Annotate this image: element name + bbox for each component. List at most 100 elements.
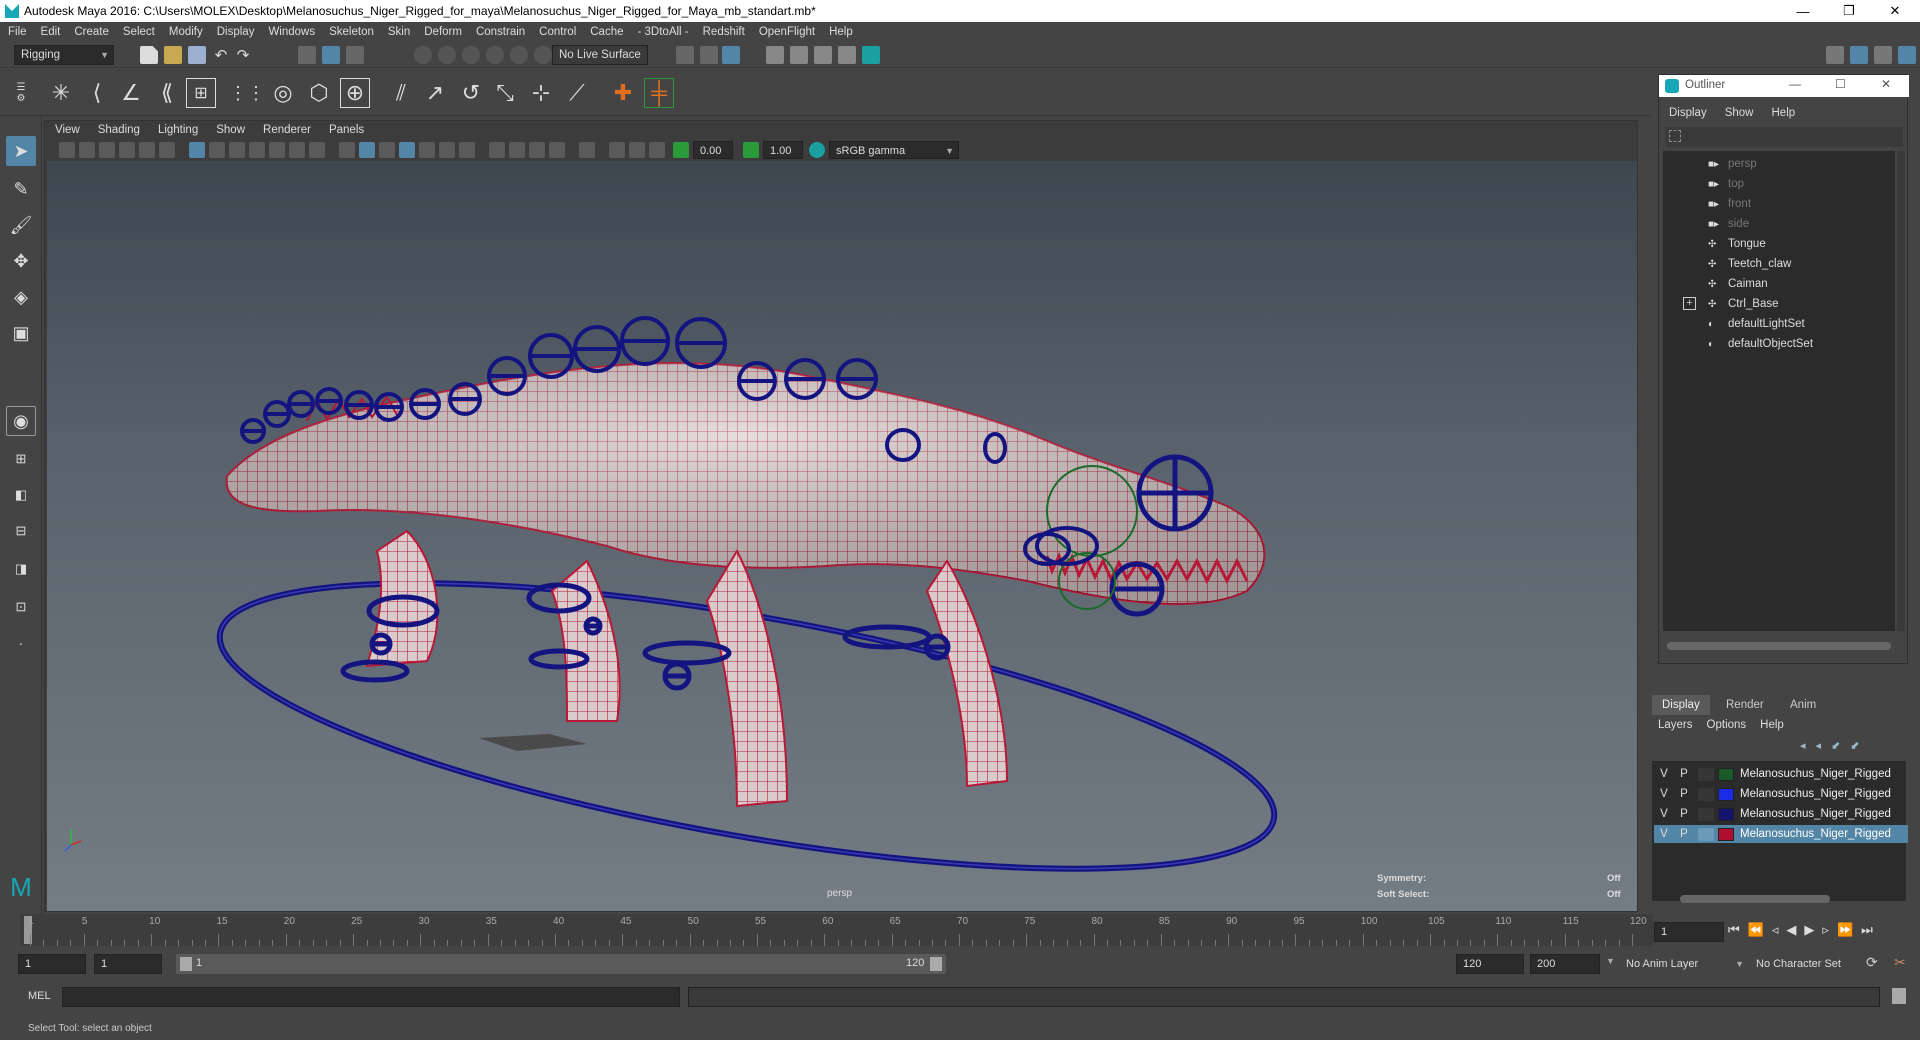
grease-pencil-icon[interactable] bbox=[159, 142, 175, 158]
script-editor-icon[interactable] bbox=[1892, 988, 1906, 1004]
safe-title-icon[interactable] bbox=[309, 142, 325, 158]
menu-modify[interactable]: Modify bbox=[169, 26, 203, 38]
layer-color-swatch[interactable] bbox=[1718, 787, 1734, 801]
menu-cache[interactable]: Cache bbox=[590, 26, 623, 38]
render-view-icon[interactable] bbox=[700, 46, 718, 64]
vp-menu-shading[interactable]: Shading bbox=[98, 124, 140, 136]
layer-horizontal-scrollbar[interactable] bbox=[1680, 895, 1830, 903]
select-tool-icon[interactable]: ➤ bbox=[6, 136, 36, 166]
resolution-gate-icon[interactable] bbox=[229, 142, 245, 158]
command-input[interactable] bbox=[62, 987, 680, 1007]
gamma-field[interactable]: 1.00 bbox=[763, 141, 803, 159]
outliner-item[interactable]: ✣ Tongue bbox=[1708, 235, 1766, 253]
modeling-toolkit-icon[interactable] bbox=[1826, 46, 1844, 64]
layer-menu-layers[interactable]: Layers bbox=[1658, 719, 1693, 731]
tool-settings-icon[interactable] bbox=[1874, 46, 1892, 64]
new-empty-layer-icon[interactable]: ⬋ bbox=[1831, 739, 1840, 752]
layer-color-swatch[interactable] bbox=[1718, 767, 1734, 781]
menu-deform[interactable]: Deform bbox=[424, 26, 462, 38]
layer-color-swatch[interactable] bbox=[1718, 827, 1734, 841]
depth-of-field-icon[interactable] bbox=[549, 142, 565, 158]
layer-menu-help[interactable]: Help bbox=[1760, 719, 1784, 731]
move-layer-up-icon[interactable]: ◂ bbox=[1800, 739, 1806, 752]
outliner-item[interactable]: ■▸ side bbox=[1708, 215, 1749, 233]
step-back-key-icon[interactable]: ⏪ bbox=[1748, 922, 1764, 938]
step-forward-frame-icon[interactable]: ▹ bbox=[1822, 922, 1829, 938]
tab-anim[interactable]: Anim bbox=[1780, 695, 1826, 715]
scale-constraint-icon[interactable]: ⤡ bbox=[490, 78, 520, 108]
default-material-icon[interactable] bbox=[379, 142, 395, 158]
range-slider[interactable]: 1 120 bbox=[176, 954, 946, 974]
outliner-menu-help[interactable]: Help bbox=[1772, 107, 1796, 119]
playback-toggle[interactable]: P bbox=[1674, 828, 1694, 840]
select-hierarchy-icon[interactable] bbox=[298, 46, 316, 64]
go-to-end-icon[interactable]: ⏭ bbox=[1861, 922, 1873, 938]
step-forward-key-icon[interactable]: ⏩ bbox=[1837, 922, 1853, 938]
animation-start-field[interactable]: 1 bbox=[18, 954, 86, 974]
play-forward-icon[interactable]: ▶ bbox=[1804, 922, 1814, 938]
ipr-render-icon[interactable] bbox=[790, 46, 808, 64]
smooth-shade-icon[interactable] bbox=[359, 142, 375, 158]
hypershade-layout-icon[interactable]: ◨ bbox=[6, 554, 36, 584]
outliner-item[interactable]: ✣ Ctrl_Base bbox=[1708, 295, 1779, 313]
grid-icon[interactable] bbox=[189, 142, 205, 158]
custom-layout-icon[interactable]: · bbox=[6, 628, 36, 658]
vp-menu-view[interactable]: View bbox=[55, 124, 80, 136]
display-type-toggle[interactable] bbox=[1698, 807, 1714, 821]
camera-select-icon[interactable] bbox=[59, 142, 75, 158]
visibility-toggle[interactable]: V bbox=[1654, 808, 1674, 820]
snap-pivot-icon[interactable] bbox=[534, 46, 552, 64]
construction-history-icon[interactable] bbox=[676, 46, 694, 64]
menu-constrain[interactable]: Constrain bbox=[476, 26, 525, 38]
layer-menu-options[interactable]: Options bbox=[1707, 719, 1747, 731]
outliner-horizontal-scrollbar[interactable] bbox=[1667, 642, 1891, 650]
play-backward-icon[interactable]: ◀ bbox=[1786, 922, 1796, 938]
outliner-item[interactable]: ✣ Teetch_claw bbox=[1708, 255, 1791, 273]
minimize-button[interactable]: — bbox=[1780, 0, 1826, 22]
menu-skeleton[interactable]: Skeleton bbox=[329, 26, 374, 38]
animation-end-field[interactable]: 200 bbox=[1530, 954, 1600, 974]
outliner-menu-display[interactable]: Display bbox=[1669, 107, 1707, 119]
outliner-menu-show[interactable]: Show bbox=[1725, 107, 1754, 119]
gate-mask-icon[interactable] bbox=[249, 142, 265, 158]
menu-help[interactable]: Help bbox=[829, 26, 853, 38]
motion-blur-icon[interactable] bbox=[509, 142, 525, 158]
wireframe-icon[interactable] bbox=[339, 142, 355, 158]
mirror-joint-icon[interactable]: ∠ bbox=[116, 78, 146, 108]
color-space-dropdown[interactable]: sRGB gamma ▼ bbox=[829, 141, 959, 159]
script-editor-layout-icon[interactable]: ⊡ bbox=[6, 592, 36, 622]
tab-render[interactable]: Render bbox=[1716, 695, 1774, 715]
attribute-editor-icon[interactable] bbox=[1850, 46, 1868, 64]
outliner-minimize-button[interactable]: — bbox=[1789, 77, 1801, 91]
shelf-menu-icon[interactable]: ☰ ⚙ bbox=[6, 78, 36, 108]
persp-outliner-icon[interactable]: ◧ bbox=[6, 480, 36, 510]
menu-redshift[interactable]: Redshift bbox=[703, 26, 745, 38]
snap-point-icon[interactable] bbox=[462, 46, 480, 64]
render-globals-icon[interactable] bbox=[838, 46, 856, 64]
wrap-deformer-icon[interactable]: ⊕ bbox=[340, 78, 370, 108]
range-start-handle[interactable] bbox=[180, 957, 192, 971]
step-back-frame-icon[interactable]: ◃ bbox=[1772, 922, 1779, 938]
layer-row[interactable]: V P Melanosuchus_Niger_Rigged bbox=[1654, 765, 1908, 783]
two-d-pan-icon[interactable] bbox=[139, 142, 155, 158]
auto-key-icon[interactable]: ⟳ bbox=[1866, 954, 1878, 971]
close-button[interactable]: ✕ bbox=[1872, 0, 1918, 22]
playback-end-field[interactable]: 120 bbox=[1456, 954, 1524, 974]
layer-row[interactable]: V P Melanosuchus_Niger_Rigged bbox=[1654, 785, 1908, 803]
layer-row[interactable]: V P Melanosuchus_Niger_Rigged bbox=[1654, 825, 1908, 843]
menu-display[interactable]: Display bbox=[217, 26, 255, 38]
snap-view-icon[interactable] bbox=[486, 46, 504, 64]
current-frame-field[interactable]: 1 bbox=[1654, 922, 1724, 942]
playback-start-field[interactable]: 1 bbox=[94, 954, 162, 974]
menu-create[interactable]: Create bbox=[74, 26, 109, 38]
move-tool-icon[interactable]: ✥ bbox=[6, 246, 36, 276]
persp-graph-icon[interactable]: ⊟ bbox=[6, 516, 36, 546]
outliner-item[interactable]: ◐ defaultLightSet bbox=[1708, 315, 1805, 333]
outliner-item[interactable]: ■▸ top bbox=[1708, 175, 1744, 193]
xray-icon[interactable] bbox=[609, 142, 625, 158]
undo-icon[interactable]: ↶ bbox=[212, 46, 230, 64]
paint-select-icon[interactable]: 🖌 bbox=[6, 210, 36, 240]
select-component-icon[interactable] bbox=[346, 46, 364, 64]
outliner-maximize-button[interactable]: ☐ bbox=[1835, 77, 1846, 91]
safe-action-icon[interactable] bbox=[289, 142, 305, 158]
